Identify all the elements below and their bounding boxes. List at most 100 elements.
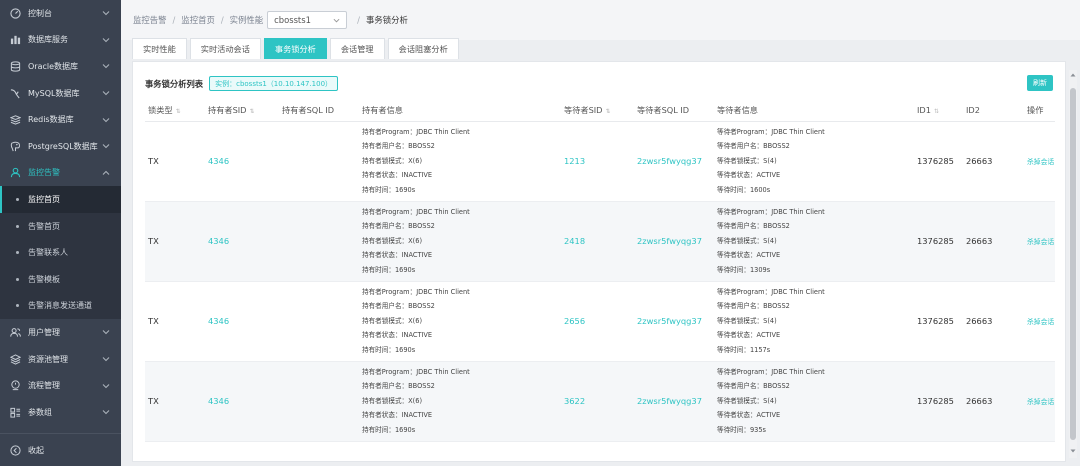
tab-realtime-performance[interactable]: 实时性能	[132, 38, 187, 59]
breadcrumb-monitor-home[interactable]: 监控首页	[181, 14, 215, 26]
cell-holder-sid-link[interactable]: 4346	[205, 121, 279, 202]
holder-status: 持有者状态：INACTIVE	[362, 411, 433, 420]
lock-analysis-panel: 事务锁分析列表 实例：cbossts1（10.10.147.100） 刷新 锁类…	[132, 61, 1066, 462]
waiter-program: 等待者Program：JDBC Thin Client	[717, 367, 825, 376]
sidebar-item-mysql[interactable]: MySQL数据库	[0, 80, 121, 107]
sidebar-subitem-alert-template[interactable]: 告警模板	[0, 266, 121, 293]
kill-session-button[interactable]: 杀掉会话	[1024, 361, 1055, 442]
holder-program: 持有者Program：JDBC Thin Client	[362, 127, 470, 136]
kill-session-button[interactable]: 杀掉会话	[1024, 121, 1055, 202]
instance-select[interactable]: cbossts1	[267, 11, 348, 29]
sidebar-subitem-alert-contacts[interactable]: 告警联系人	[0, 239, 121, 266]
cell-holder-sql-id	[279, 361, 359, 442]
waiter-username: 等待者用户名：BBOSS2	[717, 302, 790, 311]
sidebar-item-workflow[interactable]: 流程管理	[0, 372, 121, 399]
table-row: TX 4346 持有者Program：JDBC Thin Client 持有者用…	[145, 361, 1055, 442]
cell-holder-sid-link[interactable]: 4346	[205, 201, 279, 282]
column-header-id2: ID2	[963, 99, 1024, 122]
waiter-program: 等待者Program：JDBC Thin Client	[717, 207, 825, 216]
chevron-down-icon	[102, 9, 110, 17]
column-header-holder-sid[interactable]: 持有者SID ⇅	[205, 99, 279, 122]
breadcrumb: 监控告警 / 监控首页 / 实例性能 cbossts1 / 事务锁分析	[121, 0, 1080, 40]
table-row: TX 4346 持有者Program：JDBC Thin Client 持有者用…	[145, 281, 1055, 362]
sidebar-item-database-service[interactable]: 数据库服务	[0, 27, 121, 54]
cell-waiter-sid-link[interactable]: 3622	[561, 361, 634, 442]
bullet-icon	[16, 197, 19, 201]
bullet-icon	[16, 277, 19, 281]
scroll-down-icon[interactable]	[1070, 448, 1076, 454]
cell-waiter-sid-link[interactable]: 2418	[561, 201, 634, 282]
cell-holder-sid-link[interactable]: 4346	[205, 361, 279, 442]
header-label: ID1	[917, 104, 931, 115]
sidebar-item-redis[interactable]: Redis数据库	[0, 106, 121, 133]
column-header-waiter-sid[interactable]: 等待者SID ⇅	[561, 99, 634, 122]
sort-icon: ⇅	[933, 107, 939, 115]
header-label: ID2	[966, 104, 980, 115]
cell-waiter-info: 等待者Program：JDBC Thin Client 等待者用户名：BBOSS…	[714, 201, 914, 282]
sidebar-item-label: Oracle数据库	[28, 61, 79, 71]
cell-lock-type: TX	[145, 281, 205, 362]
table-row: TX 4346 持有者Program：JDBC Thin Client 持有者用…	[145, 201, 1055, 282]
breadcrumb-monitor-alert[interactable]: 监控告警	[133, 14, 167, 26]
waiter-status: 等待者状态：ACTIVE	[717, 411, 781, 420]
waiter-username: 等待者用户名：BBOSS2	[717, 142, 790, 151]
refresh-button[interactable]: 刷新	[1027, 75, 1053, 91]
kill-session-button[interactable]: 杀掉会话	[1024, 281, 1055, 362]
scroll-up-icon[interactable]	[1070, 72, 1076, 78]
column-header-id1[interactable]: ID1 ⇅	[914, 99, 963, 122]
tab-session-blocking-analysis[interactable]: 会话阻塞分析	[387, 38, 459, 59]
waiter-lock-mode: 等待者锁模式：S(4)	[717, 236, 777, 245]
cell-holder-info: 持有者Program：JDBC Thin Client 持有者用户名：BBOSS…	[359, 281, 561, 362]
chevron-down-icon	[102, 328, 110, 336]
cell-holder-sid-link[interactable]: 4346	[205, 281, 279, 362]
breadcrumb-instance-performance[interactable]: 实例性能	[230, 14, 264, 26]
sidebar-subitem-alert-home[interactable]: 告警首页	[0, 213, 121, 240]
chevron-down-icon	[102, 36, 110, 44]
sidebar-subitem-monitor-home[interactable]: 监控首页	[0, 186, 121, 213]
cell-waiter-sql-id-link[interactable]: 2zwsr5fwyqg37	[634, 361, 714, 442]
mysql-db-icon	[10, 88, 21, 99]
sidebar-item-param-group[interactable]: 参数组	[0, 399, 121, 426]
holder-lock-mode: 持有者锁模式：X(6)	[362, 316, 423, 325]
holder-username: 持有者用户名：BBOSS2	[362, 142, 435, 151]
table-header-row: 锁类型 ⇅ 持有者SID ⇅ 持有者SQL ID 持有者信息 等待者SID ⇅ 等待者…	[145, 99, 1055, 122]
cell-holder-sql-id	[279, 121, 359, 202]
waiter-lock-mode: 等待者锁模式：S(4)	[717, 396, 777, 405]
sidebar-item-postgresql[interactable]: PostgreSQL数据库	[0, 133, 121, 160]
chevron-down-icon	[333, 18, 340, 22]
cell-holder-info: 持有者Program：JDBC Thin Client 持有者用户名：BBOSS…	[359, 201, 561, 282]
holder-hold-time: 持有时间：1690s	[362, 425, 416, 434]
waiter-username: 等待者用户名：BBOSS2	[717, 222, 790, 231]
holder-status: 持有者状态：INACTIVE	[362, 331, 433, 340]
sidebar-item-monitor-alert[interactable]: 监控告警	[0, 159, 121, 187]
sidebar-subitem-alert-channel[interactable]: 告警消息发送通道	[0, 293, 121, 320]
cell-waiter-sql-id-link[interactable]: 2zwsr5fwyqg37	[634, 121, 714, 202]
kill-session-button[interactable]: 杀掉会话	[1024, 201, 1055, 282]
cell-id2: 26663	[963, 121, 1024, 202]
waiter-wait-time: 等待时间：935s	[717, 425, 766, 434]
sidebar-collapse-button[interactable]: 收起	[0, 433, 121, 466]
sidebar-item-label: 用户管理	[28, 327, 60, 337]
tab-realtime-active-sessions[interactable]: 实时活动会话	[189, 38, 261, 59]
sidebar-item-resource-pool[interactable]: 资源池管理	[0, 346, 121, 373]
redis-db-icon	[10, 114, 21, 125]
cell-waiter-sql-id-link[interactable]: 2zwsr5fwyqg37	[634, 281, 714, 362]
sidebar-item-oracle[interactable]: Oracle数据库	[0, 53, 121, 80]
vertical-scrollbar-thumb[interactable]	[1070, 88, 1076, 440]
lock-analysis-table: 锁类型 ⇅ 持有者SID ⇅ 持有者SQL ID 持有者信息 等待者SID ⇅ 等待者…	[145, 99, 1055, 442]
holder-username: 持有者用户名：BBOSS2	[362, 302, 435, 311]
sidebar-item-user-management[interactable]: 用户管理	[0, 319, 121, 346]
holder-hold-time: 持有时间：1690s	[362, 345, 416, 354]
tab-bar: 实时性能 实时活动会话 事务锁分析 会话管理 会话阻塞分析	[132, 38, 459, 59]
header-label: 操作	[1027, 104, 1044, 115]
waiter-program: 等待者Program：JDBC Thin Client	[717, 287, 825, 296]
chevron-down-icon	[102, 116, 110, 124]
tab-transaction-lock-analysis[interactable]: 事务锁分析	[263, 38, 327, 59]
sidebar-item-dashboard[interactable]: 控制台	[0, 0, 121, 27]
tab-session-management[interactable]: 会话管理	[329, 38, 385, 59]
cell-waiter-sid-link[interactable]: 1213	[561, 121, 634, 202]
sidebar-subitem-label: 告警消息发送通道	[28, 301, 92, 311]
column-header-lock-type[interactable]: 锁类型 ⇅	[145, 99, 205, 122]
cell-waiter-sql-id-link[interactable]: 2zwsr5fwyqg37	[634, 201, 714, 282]
cell-waiter-sid-link[interactable]: 2656	[561, 281, 634, 362]
